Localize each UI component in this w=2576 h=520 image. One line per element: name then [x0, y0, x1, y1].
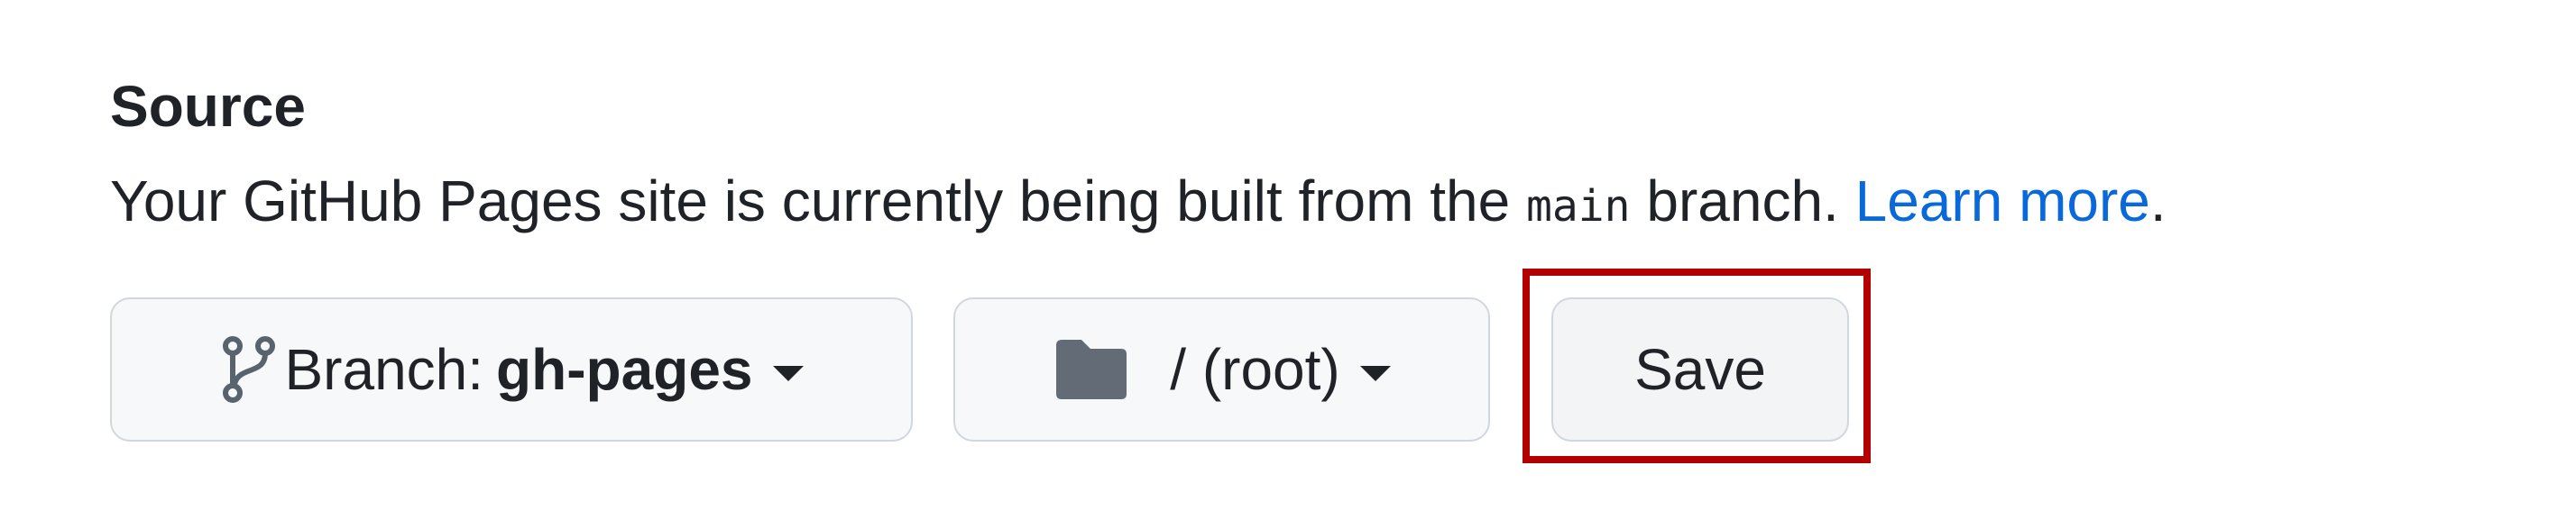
- folder-label: / (root): [1170, 337, 1340, 402]
- folder-select-button[interactable]: / (root): [953, 297, 1490, 442]
- branch-label: Branch:: [284, 337, 484, 402]
- folder-icon: [1056, 340, 1127, 399]
- branch-code: main: [1525, 181, 1631, 232]
- description-period: .: [2149, 169, 2167, 233]
- description-suffix: branch.: [1630, 169, 1855, 233]
- learn-more-link[interactable]: Learn more: [1855, 169, 2150, 233]
- save-button-label: Save: [1634, 337, 1766, 402]
- pages-source-section: Source Your GitHub Pages site is current…: [110, 0, 2545, 520]
- chevron-down-icon: [772, 365, 804, 381]
- save-button[interactable]: Save: [1551, 297, 1849, 442]
- chevron-down-icon: [1359, 365, 1391, 381]
- source-heading: Source: [110, 74, 306, 139]
- branch-select-button[interactable]: Branch: gh-pages: [110, 297, 913, 442]
- source-description: Your GitHub Pages site is currently bein…: [110, 165, 2167, 242]
- description-prefix: Your GitHub Pages site is currently bein…: [110, 169, 1526, 233]
- git-branch-icon: [223, 336, 276, 403]
- branch-value: gh-pages: [496, 337, 753, 402]
